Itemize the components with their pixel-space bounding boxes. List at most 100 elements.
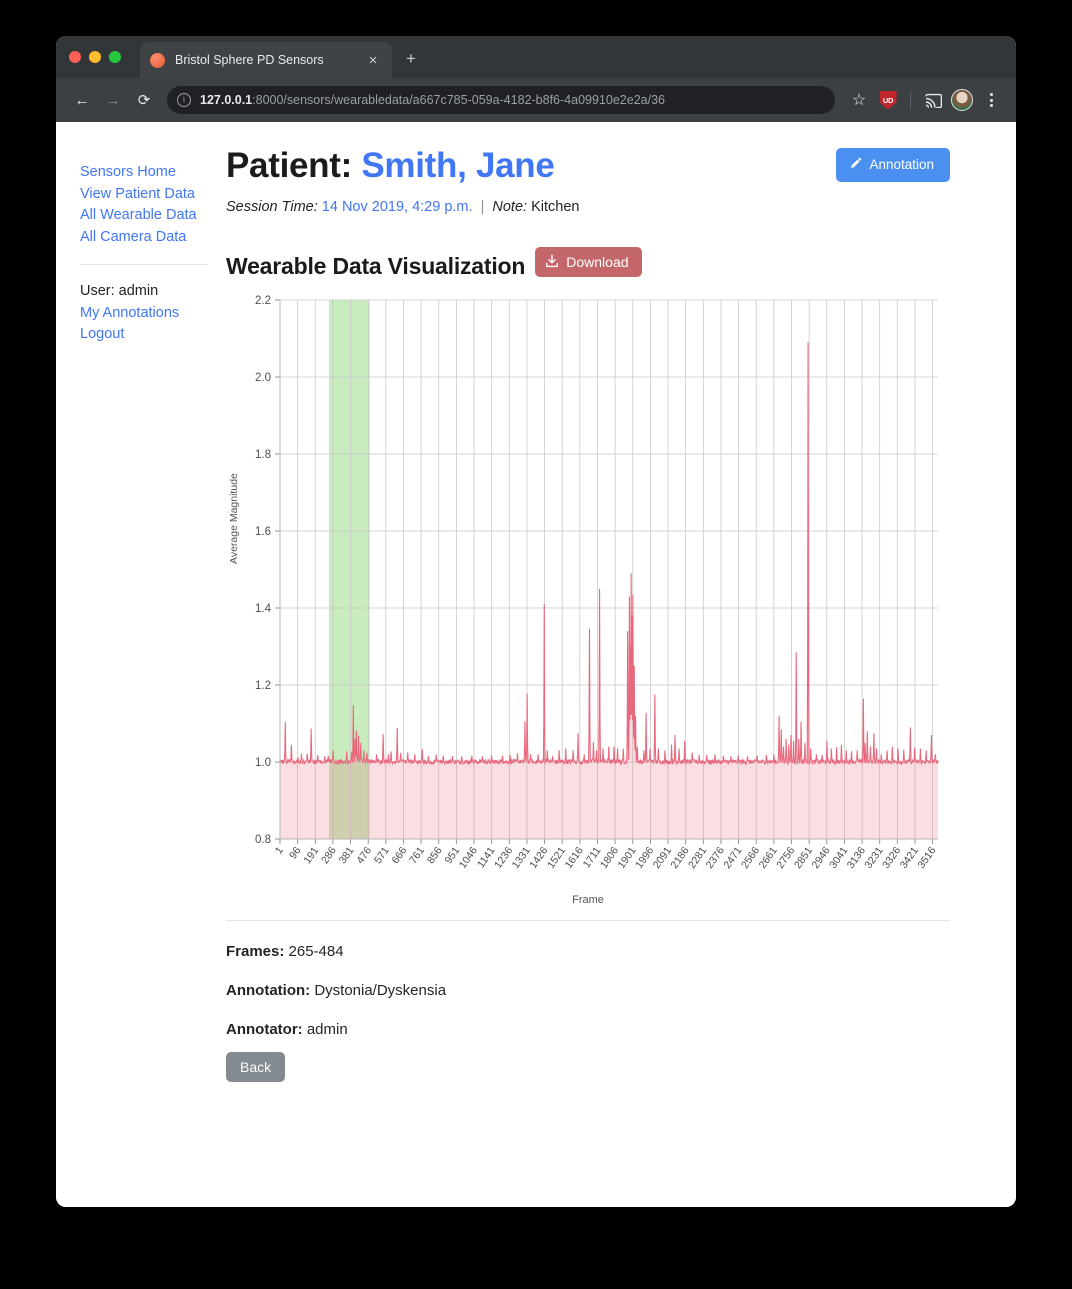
- new-tab-button[interactable]: +: [406, 50, 416, 67]
- note-value: Kitchen: [531, 199, 580, 215]
- patient-name: Smith, Jane: [361, 146, 555, 185]
- browser-toolbar: ← → ⟳ i 127.0.0.1:8000/sensors/wearabled…: [56, 78, 1016, 122]
- svg-text:2471: 2471: [721, 845, 744, 871]
- browser-tab[interactable]: Bristol Sphere PD Sensors ×: [140, 42, 392, 78]
- annotation-label: Annotation:: [226, 982, 311, 999]
- svg-text:1806: 1806: [598, 845, 621, 871]
- address-bar-url: 127.0.0.1:8000/sensors/wearabledata/a667…: [200, 93, 665, 107]
- cast-icon[interactable]: [920, 87, 946, 113]
- visualization-section: Wearable Data Visualization Download: [226, 247, 950, 280]
- svg-text:1.4: 1.4: [255, 603, 272, 615]
- note-label: Note:: [492, 199, 528, 215]
- extension-shield-icon[interactable]: UD: [875, 87, 901, 113]
- back-icon[interactable]: ←: [68, 86, 96, 114]
- svg-text:2186: 2186: [668, 845, 691, 871]
- session-separator: |: [480, 199, 485, 215]
- forward-icon[interactable]: →: [99, 86, 127, 114]
- svg-text:2.2: 2.2: [255, 295, 271, 307]
- extension-badge-label: UD: [879, 90, 897, 110]
- annotation-value: Dystonia/Dyskensia: [314, 982, 447, 999]
- svg-text:0.8: 0.8: [255, 834, 271, 846]
- svg-text:3326: 3326: [880, 845, 903, 871]
- page-title: Patient: Smith, Jane: [226, 144, 555, 188]
- svg-text:2091: 2091: [651, 845, 674, 871]
- svg-text:2756: 2756: [774, 845, 797, 871]
- frames-info: Frames: 265-484: [226, 943, 950, 960]
- session-time-value: 14 Nov 2019, 4:29 p.m.: [321, 199, 473, 215]
- svg-text:1426: 1426: [527, 845, 550, 871]
- annotation-info: Annotation: Dystonia/Dyskensia: [226, 982, 950, 999]
- sidebar-item-all-wearable-data[interactable]: All Wearable Data: [80, 205, 226, 227]
- svg-text:1046: 1046: [457, 845, 480, 871]
- svg-text:666: 666: [390, 845, 410, 866]
- svg-text:3136: 3136: [845, 845, 868, 871]
- svg-text:1.6: 1.6: [255, 526, 271, 538]
- toolbar-divider: [910, 91, 911, 109]
- tab-strip: Bristol Sphere PD Sensors × +: [56, 36, 1016, 78]
- download-icon: [545, 254, 559, 270]
- close-window-button[interactable]: [69, 51, 81, 63]
- svg-text:1236: 1236: [492, 845, 515, 871]
- svg-text:1: 1: [273, 845, 286, 857]
- address-bar[interactable]: i 127.0.0.1:8000/sensors/wearabledata/a6…: [167, 86, 835, 114]
- frames-label: Frames:: [226, 943, 285, 960]
- svg-text:1.0: 1.0: [255, 757, 271, 769]
- wearable-chart[interactable]: Average Magnitude Frame 0.8 1.0 1.2 1.4 1.6 1…: [226, 294, 950, 914]
- minimize-window-button[interactable]: [89, 51, 101, 63]
- session-time-label: Session Time:: [226, 199, 318, 215]
- profile-avatar[interactable]: [949, 87, 975, 113]
- close-tab-icon[interactable]: ×: [364, 53, 382, 68]
- maximize-window-button[interactable]: [109, 51, 121, 63]
- svg-text:2.0: 2.0: [255, 372, 271, 384]
- sidebar-divider: [80, 264, 208, 265]
- site-info-icon[interactable]: i: [177, 93, 191, 107]
- svg-text:1.8: 1.8: [255, 449, 271, 461]
- avatar: [951, 89, 973, 111]
- svg-text:1901: 1901: [615, 845, 638, 871]
- sidebar-item-logout[interactable]: Logout: [80, 324, 226, 346]
- svg-text:2851: 2851: [792, 845, 815, 871]
- chart-x-axis-label: Frame: [572, 894, 604, 906]
- sidebar-item-all-camera-data[interactable]: All Camera Data: [80, 227, 226, 249]
- details-divider: [226, 920, 950, 921]
- annotation-button-label: Annotation: [869, 157, 934, 172]
- sidebar-item-my-annotations[interactable]: My Annotations: [80, 303, 226, 325]
- patient-label: Patient:: [226, 146, 352, 185]
- sidebar-user-label: User: admin: [80, 283, 159, 299]
- svg-text:2376: 2376: [704, 845, 727, 871]
- svg-text:2566: 2566: [739, 845, 762, 871]
- browser-window: Bristol Sphere PD Sensors × + ← → ⟳ i 12…: [56, 36, 1016, 1207]
- svg-text:2281: 2281: [686, 845, 709, 871]
- svg-text:856: 856: [425, 845, 445, 866]
- annotation-button[interactable]: Annotation: [836, 148, 950, 182]
- frames-value: 265-484: [288, 943, 344, 960]
- main-content: Patient: Smith, Jane Annotation Session …: [226, 144, 1016, 1207]
- svg-text:1521: 1521: [545, 845, 568, 871]
- svg-text:1.2: 1.2: [255, 680, 271, 692]
- back-button[interactable]: Back: [226, 1052, 286, 1082]
- tab-favicon-icon: [150, 52, 165, 68]
- svg-text:3421: 3421: [898, 845, 921, 871]
- svg-text:3231: 3231: [862, 845, 885, 871]
- page-content: Sensors Home View Patient Data All Weara…: [56, 122, 1016, 1207]
- sidebar-item-sensors-home[interactable]: Sensors Home: [80, 162, 226, 184]
- svg-text:3516: 3516: [915, 845, 938, 871]
- reload-icon[interactable]: ⟳: [130, 86, 158, 114]
- sidebar-item-view-patient-data[interactable]: View Patient Data: [80, 184, 226, 206]
- svg-text:1996: 1996: [633, 845, 656, 871]
- svg-text:191: 191: [301, 845, 321, 866]
- svg-text:286: 286: [319, 845, 339, 866]
- window-controls[interactable]: [69, 51, 121, 63]
- sidebar: Sensors Home View Patient Data All Weara…: [56, 144, 226, 1207]
- browser-menu-icon[interactable]: [978, 87, 1004, 113]
- svg-text:3041: 3041: [827, 845, 850, 871]
- annotator-info: Annotator: admin: [226, 1021, 950, 1038]
- download-button[interactable]: Download: [535, 247, 642, 277]
- svg-text:1331: 1331: [510, 845, 533, 871]
- bookmark-star-icon[interactable]: ☆: [846, 87, 872, 113]
- svg-text:2661: 2661: [757, 845, 780, 871]
- page-header: Patient: Smith, Jane Annotation: [226, 144, 950, 188]
- url-host: 127.0.0.1: [200, 93, 253, 107]
- annotator-value: admin: [306, 1021, 348, 1038]
- svg-text:571: 571: [372, 845, 392, 866]
